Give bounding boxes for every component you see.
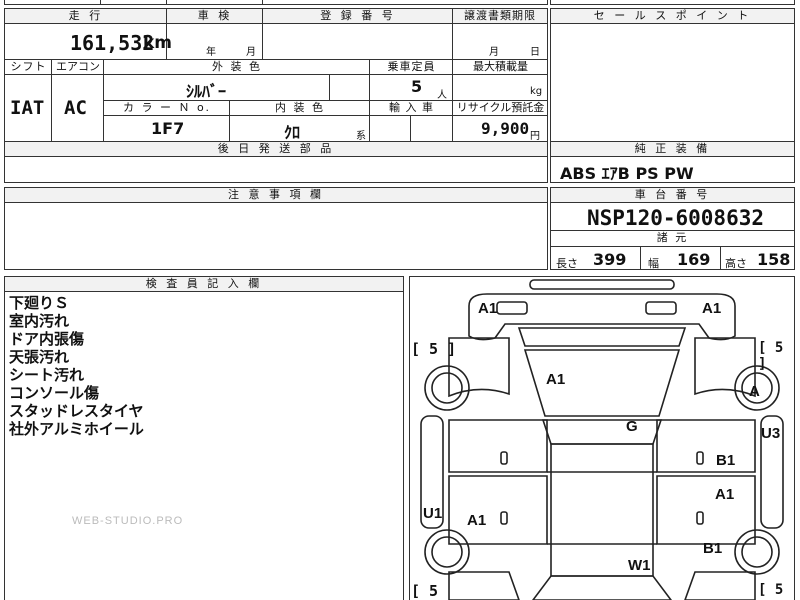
note-line: 天張汚れ <box>9 348 70 366</box>
transfer-month-unit: 月 <box>489 47 499 58</box>
width-label: 幅 <box>648 257 659 270</box>
transfer-header: 譲渡書類期限 <box>453 9 547 24</box>
note-line: スタッドレスタイヤ <box>9 402 144 420</box>
inspector-header: 検 査 員 記 入 欄 <box>5 277 403 292</box>
mark-a1-top-left: A1 <box>478 300 498 317</box>
chassis-value: NSP120-6008632 <box>587 206 765 230</box>
inspector-notes: 下廻りＳ 室内汚れ ドア内張傷 天張汚れ シート汚れ コンソール傷 スタッドレス… <box>9 294 144 438</box>
later-parts-header: 後 日 発 送 部 品 <box>5 142 547 157</box>
mark-g-center: G <box>626 418 638 435</box>
top-partial-strip-right <box>550 0 795 5</box>
length-value: 399 <box>593 250 627 269</box>
aircon-header: エアコン <box>56 60 100 73</box>
note-line: シート汚れ <box>9 366 85 384</box>
mark-tire-rear-right: [ 5 <box>758 582 784 598</box>
top-partial-strip <box>4 0 548 5</box>
height-value: 158 <box>757 250 791 269</box>
exterior-header: 外 装 色 <box>212 60 262 73</box>
mark-a1-roof: A1 <box>546 371 566 388</box>
interior-header: 内 装 色 <box>275 101 325 114</box>
mark-b1-right-front: B1 <box>716 452 736 469</box>
note-line: コンソール傷 <box>9 384 100 402</box>
note-line: 下廻りＳ <box>9 294 70 312</box>
mark-u1: U1 <box>423 505 443 522</box>
mark-u3: U3 <box>761 425 781 442</box>
inspection-month-unit: 月 <box>246 47 256 58</box>
color-no-value: 1F7 <box>151 119 185 138</box>
car-diagram <box>420 279 784 600</box>
caution-header: 注 意 事 項 欄 <box>5 188 547 203</box>
length-label: 長さ <box>556 257 578 270</box>
max-load-unit: kg <box>530 86 543 97</box>
inspection-header: 車 検 <box>167 9 263 24</box>
capacity-value: 5 <box>411 77 423 96</box>
mark-a1-top-right: A1 <box>702 300 722 317</box>
inspection-year-unit: 年 <box>206 47 216 58</box>
watermark: WEB-STUDIO.PRO <box>72 515 184 527</box>
sales-points-header: セ ー ル ス ポ イ ン ト <box>551 9 794 24</box>
recycle-header: リサイクル預託金 <box>456 101 545 114</box>
mark-b1-right-bottom: B1 <box>703 540 723 557</box>
capacity-unit: 人 <box>437 90 447 101</box>
equipment-header: 純 正 装 備 <box>551 142 794 157</box>
shift-value: IAT <box>10 97 45 119</box>
note-line: 室内汚れ <box>9 312 70 330</box>
specs-header: 諸 元 <box>656 231 689 244</box>
recycle-value: 9,900 <box>481 119 530 138</box>
registration-header: 登 録 番 号 <box>263 9 453 24</box>
capacity-header: 乗車定員 <box>387 60 436 73</box>
chassis-header: 車 台 番 号 <box>551 188 794 203</box>
mark-a1-right-rear: A1 <box>715 486 735 503</box>
interior-value: ｸﾛ <box>284 123 301 142</box>
transfer-day-unit: 日 <box>530 47 540 58</box>
note-line: 社外アルミホイール <box>9 420 144 438</box>
shift-header: シフト <box>10 60 47 73</box>
max-load-header: 最大積載量 <box>473 60 528 73</box>
mark-a1-left-rear: A1 <box>467 512 487 529</box>
mark-tire-front-left: [ 5 ] <box>411 340 457 358</box>
mark-tire-rear-left: [ 5 <box>411 582 439 600</box>
interior-suffix: 系 <box>356 131 366 142</box>
note-line: ドア内張傷 <box>9 330 85 348</box>
exterior-value: ｼﾙﾊﾞｰ <box>186 82 227 101</box>
mark-w1: W1 <box>628 557 651 574</box>
equipment-value: ABS ｴｱB PS PW <box>560 164 694 183</box>
width-value: 169 <box>677 250 711 269</box>
sales-points-box <box>550 8 795 142</box>
mileage-header: 走 行 <box>5 9 167 24</box>
mark-a-wheel: A <box>749 383 760 400</box>
recycle-unit: 円 <box>530 131 540 142</box>
mark-tire-front-right: [ 5 ] <box>758 340 784 372</box>
import-car-header: 輸 入 車 <box>389 101 434 114</box>
height-label: 高さ <box>725 257 747 270</box>
aircon-value: AC <box>64 97 87 119</box>
mileage-unit: km <box>143 33 173 53</box>
info-grid <box>4 8 548 142</box>
mileage-value: 161,532 <box>70 31 155 55</box>
color-no-header: カ ラ ー Ｎ o. <box>122 101 212 114</box>
